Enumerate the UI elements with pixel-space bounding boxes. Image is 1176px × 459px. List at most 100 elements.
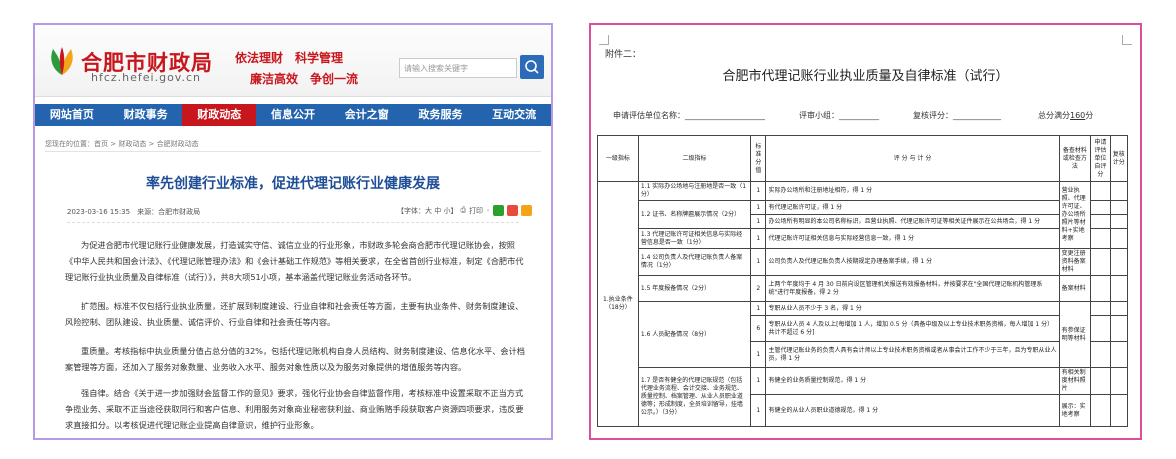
slogan-line-2: 廉洁高效 争创一流 <box>250 72 359 86</box>
method-cell: 有参保证明等材料 <box>1058 301 1092 368</box>
main-nav: 网站首页 财政事务 财政动态 信息公开 会计之窗 政务服务 互动交流 <box>35 104 551 126</box>
rule-cell: 专职从业人员 4 人及以上[每增加 1 人，增加 0.5 分（具备中级及以上专业… <box>765 315 1060 342</box>
recheck-cell[interactable] <box>1109 301 1129 316</box>
table-row: 1.3 代理记账许可证相关信息与实际经营信息是否一致（1分） 1 代理记账许可证… <box>598 228 1129 249</box>
font-size-switch[interactable]: 【字体：大 中 小】 <box>397 206 457 216</box>
method-cell: 营业执照、代理许可证、办公场所照片等材料+实地考察 <box>1058 181 1092 249</box>
nav-finance-affairs[interactable]: 财政事务 <box>109 104 183 126</box>
qzone-share-icon[interactable] <box>521 205 533 216</box>
recheck-cell[interactable] <box>1109 181 1129 201</box>
level2-cell: 1.5 年度报备情况（2分） <box>637 275 752 302</box>
breadcrumb[interactable]: 您现在的位置：首页 > 财政动态 > 合肥财政动态 <box>45 139 199 149</box>
table-row: 1.5 年度报备情况（2分） 2 上两个年度均于 4 月 30 日前向设区管理机… <box>598 275 1129 302</box>
self-score-cell[interactable] <box>1090 301 1111 316</box>
header-cell: 申请评估单位自评分 <box>1090 135 1111 182</box>
recheck-cell[interactable] <box>1109 214 1129 229</box>
method-cell: 备案材料 <box>1058 275 1092 302</box>
score-cell: 1 <box>750 341 767 368</box>
self-score-cell[interactable] <box>1090 275 1111 302</box>
table-row: 1.执业条件 （18分） 1.1 实际办公场地与注册地是否一致（1分） 1 实际… <box>597 181 1129 427</box>
rule-cell: 主管代理记账业务的负责人具有会计师以上专业技术职务资格或者从事会计工作不少于三年… <box>765 341 1060 368</box>
recheck-cell[interactable] <box>1109 367 1129 395</box>
article-paragraph: 重质量。考核指标中执业质量分值占总分值的32%，包括代理记账机构自身人员结构、财… <box>65 346 525 372</box>
method-cell: 展示：实地考察 <box>1058 394 1092 427</box>
search-input[interactable]: 请输入搜索关键字 <box>399 58 517 78</box>
article-title: 率先创建行业标准，促进代理记账行业健康发展 <box>146 176 440 192</box>
self-score-cell[interactable] <box>1090 181 1111 201</box>
rule-cell: 代理记账许可证相关信息与实际经营信息一致，得 1 分 <box>765 228 1060 249</box>
self-score-cell[interactable] <box>1090 228 1111 249</box>
self-score-cell[interactable] <box>1090 315 1111 342</box>
level2-cell: 1.1 实际办公场地与注册地是否一致（1分） <box>637 181 752 201</box>
self-score-cell[interactable] <box>1090 248 1111 276</box>
rule-cell: 公司负责人及代理记账负责人按期规定办理备案手续，得 1 分 <box>765 248 1060 276</box>
article-paragraph: 强自律。结合《关于进一步加强财会监督工作的意见》要求，强化行业协会自律监督作用，… <box>65 388 524 430</box>
level2-cell: 1.2 证书、名称牌匾展示情况（2分） <box>637 200 752 229</box>
score-cell: 1 <box>750 228 767 249</box>
score-cell: 1 <box>750 248 767 276</box>
header-cell: 二级指标 <box>637 135 752 182</box>
recheck-score-field: 复核评分：____________ <box>913 111 1001 120</box>
recheck-cell[interactable] <box>1109 341 1129 368</box>
recheck-cell[interactable] <box>1109 200 1129 215</box>
level1-cell: 1.执业条件 （18分） <box>597 181 639 427</box>
level2-cell: 1.4 公司负责人及代理记账负责人备案情况（1分） <box>637 248 752 276</box>
self-score-cell[interactable] <box>1090 367 1111 395</box>
site-domain: hfcz.hefei.gov.cn <box>91 71 201 84</box>
attachment-label: 附件二： <box>605 50 642 60</box>
nav-finance-news[interactable]: 财政动态 <box>182 104 257 126</box>
document-screenshot: 附件二： 合肥市代理记账行业执业质量及自律标准（试行） 申请评估单位名称：___… <box>589 23 1142 440</box>
nav-home[interactable]: 网站首页 <box>35 104 109 126</box>
rule-cell: 上两个年度均于 4 月 30 日前向设区管理机关报送有效报备材料，并按要求在"全… <box>765 275 1060 302</box>
search-button[interactable] <box>520 55 544 79</box>
weibo-share-icon[interactable] <box>507 205 519 216</box>
score-cell: 1 <box>750 214 767 229</box>
level2-cell: 1.6 人员配备情况（8分） <box>637 301 752 368</box>
article-paragraph: 为促进合肥市代理记账行业健康发展，打造诚实守信、诚信立业的行业形象，市财政多轮会… <box>65 240 524 282</box>
print-icon[interactable]: ⎙ <box>460 206 466 215</box>
nav-accounting[interactable]: 会计之窗 <box>330 104 404 126</box>
page-corner-mark <box>1122 35 1132 45</box>
nav-gov-service[interactable]: 政务服务 <box>404 104 478 126</box>
recheck-cell[interactable] <box>1109 228 1129 249</box>
more-share-icon[interactable]: ◦ <box>486 207 490 215</box>
page-corner-mark <box>599 35 609 45</box>
recheck-cell[interactable] <box>1109 248 1129 276</box>
score-cell: 1 <box>750 301 767 316</box>
recheck-cell[interactable] <box>1109 275 1129 302</box>
total-score-field: 总分满分160分 <box>1038 110 1093 121</box>
total-score-unit: 分 <box>1085 111 1094 120</box>
divider <box>67 222 519 223</box>
site-header: 合肥市财政局 hfcz.hefei.gov.cn 依法理财 科学管理 廉洁高效 … <box>35 25 551 97</box>
table-row: 1.7 是否有健全的代理记账规范（包括代理业务流程、会计交接、业务规范、质量控制… <box>598 367 1129 427</box>
leaf-logo-icon <box>51 47 73 75</box>
level2-cell: 1.7 是否有健全的代理记账规范（包括代理业务流程、会计交接、业务规范、质量控制… <box>637 367 752 427</box>
nav-interaction[interactable]: 互动交流 <box>477 104 551 126</box>
document-title: 合肥市代理记账行业执业质量及自律标准（试行） <box>722 69 1009 84</box>
recheck-cell[interactable] <box>1109 394 1129 427</box>
self-score-cell[interactable] <box>1090 394 1111 427</box>
rule-cell: 有代理记账许可证，得 1 分 <box>765 200 1060 215</box>
self-score-cell[interactable] <box>1090 200 1111 215</box>
score-cell: 2 <box>750 275 767 302</box>
header-cell: 备查材料或检查方法 <box>1058 135 1092 182</box>
self-score-cell[interactable] <box>1090 214 1111 229</box>
self-score-cell[interactable] <box>1090 341 1111 368</box>
table-header-row: 一级指标 二级指标 标准分值 评 分 与 计 分 备查材料或检查方法 申请评估单… <box>597 135 1129 182</box>
level2-cell: 1.3 代理记账许可证相关信息与实际经营信息是否一致（1分） <box>637 228 752 249</box>
print-link[interactable]: 打印 <box>469 206 483 216</box>
article-tools: 【字体：大 中 小】 ⎙ 打印 ◦ <box>397 205 533 216</box>
org-name-field: 申请评估单位名称：____________________ <box>613 111 765 120</box>
table-row: 1.4 公司负责人及代理记账负责人备案情况（1分） 1 公司负责人及代理记账负责… <box>598 248 1129 276</box>
search-icon <box>525 60 539 74</box>
score-cell: 1 <box>750 367 767 395</box>
nav-info-disclosure[interactable]: 信息公开 <box>256 104 330 126</box>
rule-cell: 专职从业人员不少于 3 名，得 1 分 <box>765 301 1060 316</box>
score-cell: 1 <box>750 200 767 215</box>
recheck-cell[interactable] <box>1109 315 1129 342</box>
divider <box>45 151 541 152</box>
standards-table: 一级指标 二级指标 标准分值 评 分 与 计 分 备查材料或检查方法 申请评估单… <box>597 135 1129 427</box>
wechat-share-icon[interactable] <box>493 205 505 216</box>
reviewer-field: 评审小组：__________ <box>799 111 879 120</box>
rule-cell: 实际办公场所和注册地址相符，得 1 分 <box>765 181 1060 201</box>
